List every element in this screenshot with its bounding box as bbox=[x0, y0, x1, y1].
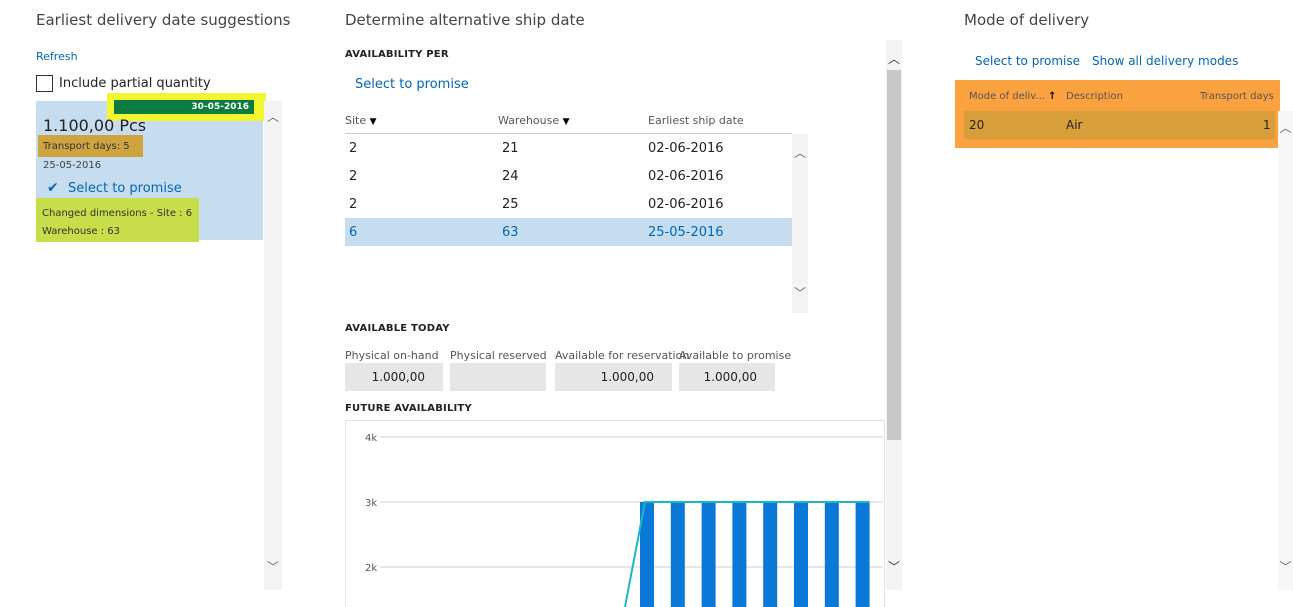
physical-on-hand-field: 1.000,00 bbox=[345, 363, 443, 391]
availability-bar bbox=[763, 502, 778, 607]
future-availability-heading: FUTURE AVAILABILITY bbox=[345, 403, 472, 414]
cell-description: Air bbox=[1066, 118, 1083, 132]
availability-bar bbox=[794, 502, 808, 607]
future-availability-chart: 4k 3k 2k bbox=[365, 433, 883, 607]
cell-transport-days: 1 bbox=[1263, 118, 1271, 132]
column-transport-days[interactable]: Transport days bbox=[1200, 91, 1274, 102]
alternative-ship-date-title: Determine alternative ship date bbox=[345, 11, 585, 29]
availability-bar bbox=[701, 502, 716, 607]
cell-warehouse: 21 bbox=[502, 141, 519, 156]
availability-bar bbox=[670, 502, 685, 607]
scroll-down-icon[interactable]: ﹀ bbox=[266, 560, 280, 574]
filter-icon[interactable]: ▼ bbox=[563, 117, 570, 127]
available-to-promise-field: 1.000,00 bbox=[679, 363, 775, 391]
earliest-delivery-title: Earliest delivery date suggestions bbox=[36, 11, 291, 29]
cell-warehouse: 63 bbox=[502, 225, 519, 240]
available-today-heading: AVAILABLE TODAY bbox=[345, 323, 450, 334]
table-row[interactable]: 2 21 02-06-2016 bbox=[345, 134, 792, 162]
availability-bar bbox=[732, 502, 747, 607]
column-mode-label: Mode of deliv... bbox=[969, 91, 1045, 102]
column-warehouse[interactable]: Warehouse ▼ bbox=[498, 114, 570, 127]
available-for-reservation-label: Available for reservation bbox=[555, 349, 690, 362]
column-earliest-ship-date[interactable]: Earliest ship date bbox=[648, 114, 744, 127]
y-tick-label: 3k bbox=[365, 498, 377, 509]
cell-warehouse: 25 bbox=[502, 197, 519, 212]
y-tick-label: 4k bbox=[365, 433, 377, 444]
cell-date: 02-06-2016 bbox=[648, 197, 724, 212]
suggestion-date-badge: 30-05-2016 bbox=[114, 100, 254, 114]
transport-days-text: Transport days: 5 bbox=[43, 141, 130, 152]
sort-arrow-icon[interactable]: ↑ bbox=[1048, 91, 1056, 102]
cell-site: 2 bbox=[349, 197, 358, 212]
availability-bar bbox=[855, 502, 870, 607]
mode-of-delivery-title: Mode of delivery bbox=[964, 11, 1090, 29]
cell-site: 2 bbox=[349, 141, 358, 156]
right-scrollbar[interactable] bbox=[1278, 111, 1293, 590]
right-scroll-down-icon[interactable]: ﹀ bbox=[1279, 560, 1292, 574]
refresh-link[interactable]: Refresh bbox=[36, 50, 78, 63]
cell-date: 02-06-2016 bbox=[648, 169, 724, 184]
show-all-delivery-modes-link[interactable]: Show all delivery modes bbox=[1092, 54, 1238, 68]
filter-icon[interactable]: ▼ bbox=[370, 117, 377, 127]
column-site-label: Site bbox=[345, 114, 367, 127]
middle-scrollbar-thumb[interactable] bbox=[887, 70, 901, 440]
include-partial-label: Include partial quantity bbox=[59, 76, 211, 91]
availability-per-heading: AVAILABILITY PER bbox=[345, 49, 449, 60]
available-for-reservation-field: 1.000,00 bbox=[555, 363, 672, 391]
column-mode-of-delivery[interactable]: Mode of deliv... ↑ bbox=[969, 91, 1057, 102]
changed-dimensions-site: Changed dimensions - Site : 6 bbox=[42, 208, 193, 219]
cell-warehouse: 24 bbox=[502, 169, 519, 184]
grid-scroll-up-icon[interactable]: ︿ bbox=[793, 146, 807, 160]
column-warehouse-label: Warehouse bbox=[498, 114, 560, 127]
y-tick-label: 2k bbox=[365, 563, 377, 574]
cell-site: 2 bbox=[349, 169, 358, 184]
available-to-promise-label: Available to promise bbox=[679, 349, 792, 362]
physical-reserved-label: Physical reserved bbox=[450, 349, 547, 362]
left-scrollbar[interactable] bbox=[264, 101, 282, 590]
cell-date: 02-06-2016 bbox=[648, 141, 724, 156]
availability-bar bbox=[824, 502, 839, 607]
middle-scroll-up-icon[interactable]: ︿ bbox=[887, 52, 901, 66]
cell-mode: 20 bbox=[969, 118, 985, 132]
middle-select-to-promise[interactable]: Select to promise bbox=[355, 77, 469, 92]
middle-scroll-down-icon[interactable]: ﹀ bbox=[887, 560, 901, 574]
column-site[interactable]: Site ▼ bbox=[345, 114, 377, 127]
right-scroll-up-icon[interactable]: ︿ bbox=[1279, 121, 1292, 135]
cell-site: 6 bbox=[349, 225, 358, 240]
table-row-selected[interactable]: 6 63 25-05-2016 bbox=[345, 218, 792, 246]
physical-reserved-field bbox=[450, 363, 546, 391]
physical-on-hand-label: Physical on-hand bbox=[345, 349, 439, 362]
suggestion-quantity: 1.100,00 Pcs bbox=[43, 116, 147, 135]
include-partial-checkbox[interactable] bbox=[36, 75, 53, 92]
changed-dimensions-warehouse: Warehouse : 63 bbox=[42, 226, 121, 237]
grid-scroll-down-icon[interactable]: ﹀ bbox=[793, 286, 807, 300]
suggestion-sub-date: 25-05-2016 bbox=[43, 160, 102, 171]
cell-date: 25-05-2016 bbox=[648, 225, 724, 240]
table-row[interactable]: 2 24 02-06-2016 bbox=[345, 162, 792, 190]
card-select-to-promise[interactable]: Select to promise bbox=[68, 181, 182, 196]
right-select-to-promise[interactable]: Select to promise bbox=[975, 54, 1080, 68]
column-description[interactable]: Description bbox=[1066, 91, 1123, 102]
table-row[interactable]: 2 25 02-06-2016 bbox=[345, 190, 792, 218]
checkmark-icon: ✔ bbox=[47, 180, 59, 196]
scroll-up-icon[interactable]: ︿ bbox=[266, 110, 280, 124]
delivery-mode-row[interactable] bbox=[964, 111, 1275, 139]
